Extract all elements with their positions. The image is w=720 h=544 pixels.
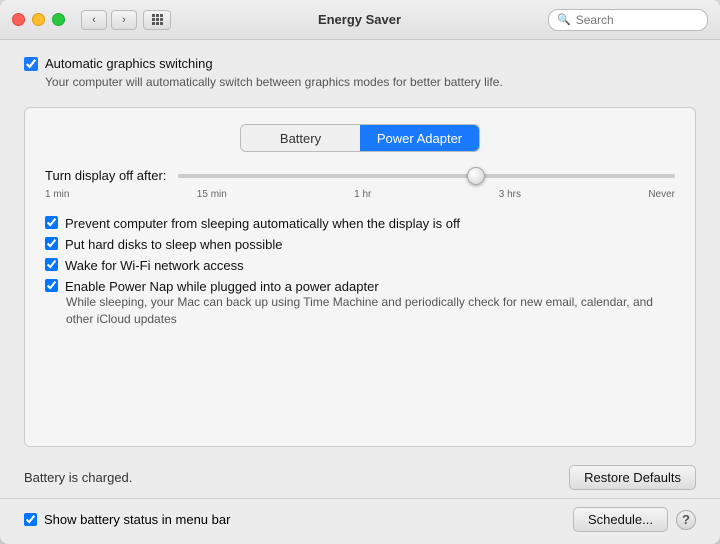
grid-view-button[interactable] [143, 10, 171, 30]
search-input[interactable] [576, 13, 699, 27]
slider-track[interactable] [178, 174, 675, 178]
grid-icon [152, 14, 163, 25]
restore-defaults-button[interactable]: Restore Defaults [569, 465, 696, 490]
tab-battery[interactable]: Battery [241, 125, 360, 151]
show-battery-label: Show battery status in menu bar [44, 512, 230, 527]
window-title: Energy Saver [171, 12, 548, 27]
tick-1min: 1 min [45, 189, 69, 200]
show-battery-checkbox[interactable] [24, 513, 37, 526]
option-checkbox-1[interactable] [45, 237, 58, 250]
help-button[interactable]: ? [676, 510, 696, 530]
tick-15min: 15 min [197, 189, 227, 200]
schedule-button[interactable]: Schedule... [573, 507, 668, 532]
option-label-1: Put hard disks to sleep when possible [65, 237, 283, 252]
tick-never: Never [648, 189, 675, 200]
back-button[interactable]: ‹ [81, 10, 107, 30]
search-icon: 🔍 [557, 13, 571, 26]
auto-graphics-row: Automatic graphics switching [24, 56, 696, 71]
tab-switcher: Battery Power Adapter [240, 124, 480, 152]
option-row-2: Wake for Wi-Fi network access [45, 258, 675, 273]
option-row-3: Enable Power Nap while plugged into a po… [45, 279, 675, 294]
option-power-nap: Enable Power Nap while plugged into a po… [45, 279, 675, 328]
battery-status: Battery is charged. [24, 470, 132, 485]
option-row-1: Put hard disks to sleep when possible [45, 237, 675, 252]
auto-graphics-label: Automatic graphics switching [45, 56, 213, 71]
main-panel: Battery Power Adapter Turn display off a… [24, 107, 696, 447]
footer-bar: Show battery status in menu bar Schedule… [0, 498, 720, 544]
forward-button[interactable]: › [111, 10, 137, 30]
bottom-bar: Battery is charged. Restore Defaults [0, 459, 720, 498]
option-row-0: Prevent computer from sleeping automatic… [45, 216, 675, 231]
option-hard-disks: Put hard disks to sleep when possible [45, 237, 675, 252]
option-label-2: Wake for Wi-Fi network access [65, 258, 244, 273]
minimize-button[interactable] [32, 13, 45, 26]
close-button[interactable] [12, 13, 25, 26]
option-checkbox-3[interactable] [45, 279, 58, 292]
content-area: Automatic graphics switching Your comput… [0, 40, 720, 459]
auto-graphics-checkbox[interactable] [24, 57, 38, 71]
slider-thumb[interactable] [467, 167, 485, 185]
footer-left: Show battery status in menu bar [24, 512, 230, 527]
tick-1hr: 1 hr [354, 189, 371, 200]
slider-label-row: Turn display off after: [45, 168, 675, 183]
traffic-lights [12, 13, 65, 26]
auto-graphics-section: Automatic graphics switching Your comput… [24, 56, 696, 97]
titlebar: ‹ › Energy Saver 🔍 [0, 0, 720, 40]
option-wifi: Wake for Wi-Fi network access [45, 258, 675, 273]
slider-label: Turn display off after: [45, 168, 166, 183]
slider-fill [178, 174, 476, 178]
nav-buttons: ‹ › [81, 10, 137, 30]
maximize-button[interactable] [52, 13, 65, 26]
window: ‹ › Energy Saver 🔍 Automatic graphics sw… [0, 0, 720, 544]
option-checkbox-2[interactable] [45, 258, 58, 271]
option-label-0: Prevent computer from sleeping automatic… [65, 216, 460, 231]
search-bar[interactable]: 🔍 [548, 9, 708, 31]
option-prevent-sleep: Prevent computer from sleeping automatic… [45, 216, 675, 231]
footer-right: Schedule... ? [573, 507, 696, 532]
option-subtext-3: While sleeping, your Mac can back up usi… [66, 294, 675, 328]
options-list: Prevent computer from sleeping automatic… [45, 216, 675, 328]
auto-graphics-sublabel: Your computer will automatically switch … [45, 75, 696, 89]
slider-ticks: 1 min 15 min 1 hr 3 hrs Never [45, 189, 675, 200]
tick-3hrs: 3 hrs [499, 189, 521, 200]
option-checkbox-0[interactable] [45, 216, 58, 229]
display-off-slider-section: Turn display off after: 1 min 15 min 1 h… [45, 168, 675, 200]
tab-power-adapter[interactable]: Power Adapter [360, 125, 479, 151]
option-label-3: Enable Power Nap while plugged into a po… [65, 279, 379, 294]
